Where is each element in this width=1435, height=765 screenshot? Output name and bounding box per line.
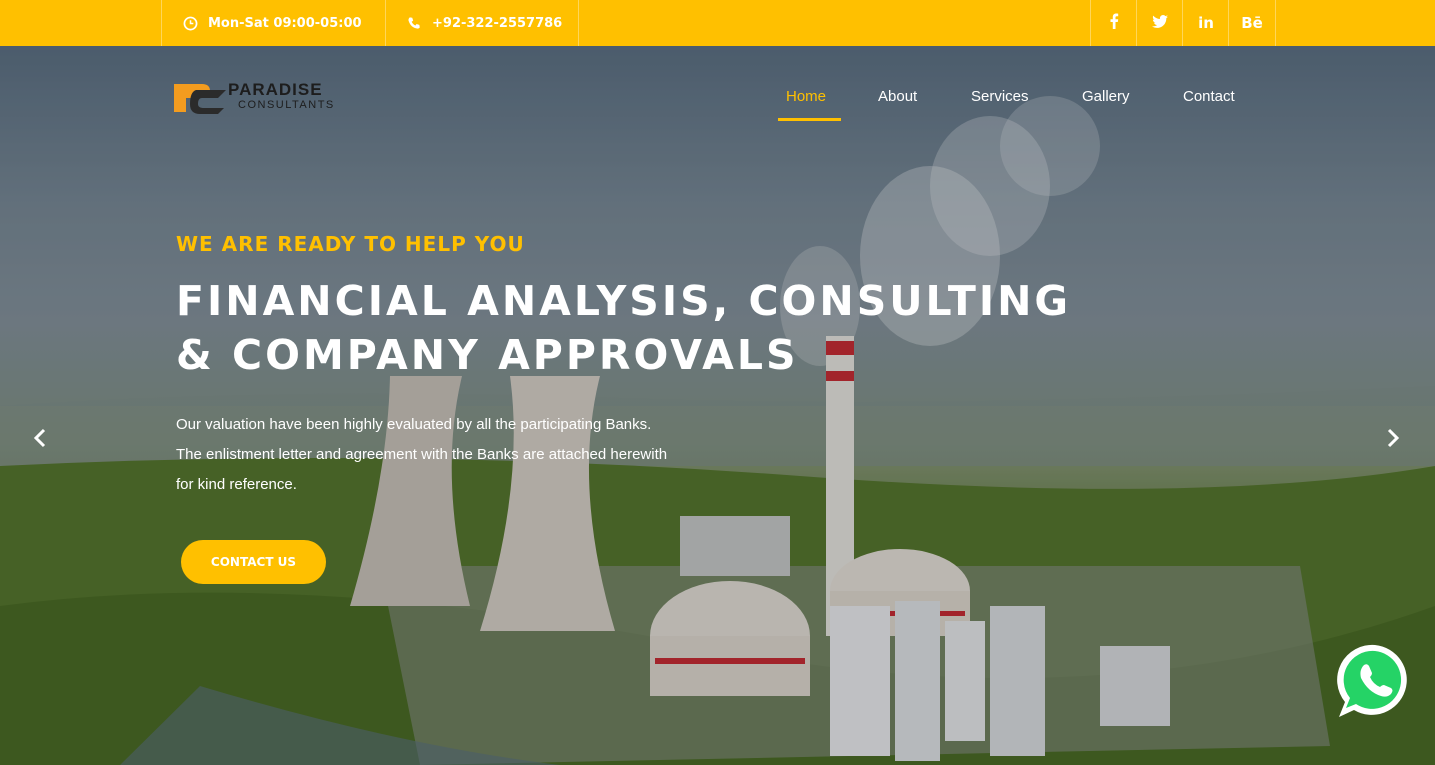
phone-text: +92-322-2557786 <box>432 15 563 31</box>
linkedin-icon: in <box>1198 14 1214 32</box>
logo-name: PARADISE <box>228 80 323 99</box>
chevron-left-icon <box>33 428 46 448</box>
nav-gallery[interactable]: Gallery <box>1082 88 1130 122</box>
whatsapp-button[interactable] <box>1335 641 1415 721</box>
behance-link[interactable]: Bē <box>1228 0 1276 46</box>
nav-about[interactable]: About <box>878 88 917 122</box>
description-line-3: for kind reference. <box>176 476 297 493</box>
contact-us-button[interactable]: CONTACT US <box>181 540 326 584</box>
twitter-link[interactable] <box>1136 0 1183 46</box>
hours-text: Mon-Sat 09:00-05:00 <box>208 15 362 31</box>
twitter-icon <box>1152 14 1168 32</box>
slider-next-button[interactable] <box>1381 424 1405 452</box>
nav-services[interactable]: Services <box>971 88 1029 122</box>
facebook-link[interactable] <box>1090 0 1137 46</box>
logo-mark <box>174 84 226 114</box>
phone-number[interactable]: +92-322-2557786 <box>385 0 579 46</box>
business-hours: Mon-Sat 09:00-05:00 <box>161 0 386 46</box>
nav-contact[interactable]: Contact <box>1183 88 1235 122</box>
logo[interactable]: PARADISE CONSULTANTS <box>172 80 335 116</box>
nav-home[interactable]: Home <box>786 88 826 122</box>
hero-eyebrow: WE ARE READY TO HELP YOU <box>176 232 525 256</box>
hero-slider: PARADISE CONSULTANTS Home About Services… <box>0 46 1435 765</box>
linkedin-link[interactable]: in <box>1182 0 1229 46</box>
hero-overlay <box>0 46 1435 765</box>
description-line-1: Our valuation have been highly evaluated… <box>176 416 652 433</box>
hero-description: Our valuation have been highly evaluated… <box>176 410 776 500</box>
description-line-2: The enlistment letter and agreement with… <box>176 446 668 463</box>
top-bar: Mon-Sat 09:00-05:00 +92-322-2557786 in B… <box>0 0 1435 46</box>
nav-active-indicator <box>778 118 841 121</box>
behance-icon: Bē <box>1241 14 1263 32</box>
slider-prev-button[interactable] <box>28 424 52 452</box>
phone-icon <box>406 15 422 31</box>
headline-line-1: FINANCIAL ANALYSIS, CONSULTING <box>176 277 1072 325</box>
whatsapp-icon <box>1337 644 1407 717</box>
chevron-right-icon <box>1387 428 1400 448</box>
hero-headline: FINANCIAL ANALYSIS, CONSULTING & COMPANY… <box>176 274 1076 382</box>
logo-subtitle: CONSULTANTS <box>238 99 335 111</box>
headline-line-2: & COMPANY APPROVALS <box>176 331 799 379</box>
facebook-icon <box>1109 13 1119 33</box>
clock-icon <box>182 15 198 31</box>
